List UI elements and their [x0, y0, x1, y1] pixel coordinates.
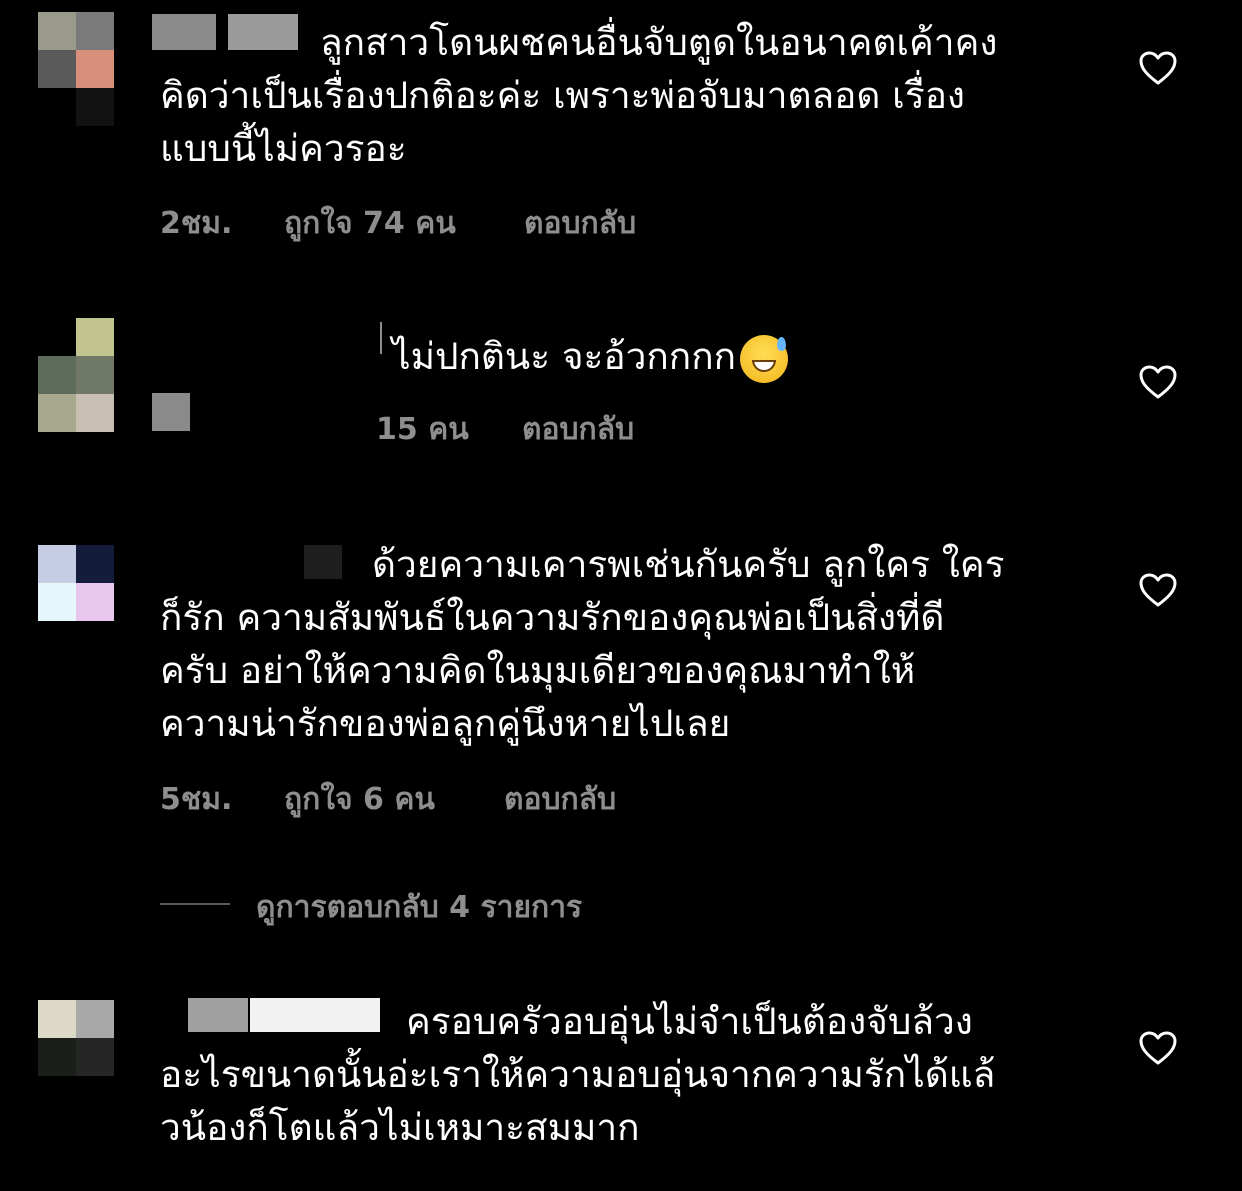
comment-line: ด้วยความเคารพเช่นกันครับ ลูกใคร ใคร	[372, 543, 1005, 586]
avatar[interactable]	[38, 12, 114, 126]
avatar[interactable]	[38, 545, 114, 621]
like-count[interactable]: 15 คน	[376, 406, 469, 453]
heart-outline-icon[interactable]	[1138, 1030, 1178, 1066]
thread-line	[160, 903, 230, 905]
comment-line: อะไรขนาดนั้นอ่ะเราให้ความอบอุ่นจากความรั…	[160, 1053, 996, 1096]
comment-line: ครอบครัวอบอุ่นไม่จำเป็นต้องจับล้วง	[406, 1000, 973, 1043]
like-count[interactable]: ถูกใจ 74 คน	[284, 200, 456, 247]
comment-text: ครอบครัวอบอุ่นไม่จำเป็นต้องจับล้วง อะไรข…	[160, 995, 1080, 1154]
grinning-face-with-sweat-emoji	[740, 334, 789, 383]
reply-button[interactable]: ตอบกลับ	[504, 776, 616, 823]
comment-text: ไม่ปกตินะ จะอ้วกกกก	[392, 330, 992, 383]
comment-line: วน้องก็โตแล้วไม่เหมาะสมมาก	[160, 1106, 640, 1149]
heart-outline-icon[interactable]	[1138, 50, 1178, 86]
comment-text: ลูกสาวโดนผชคนอื่นจับตูดในอนาคตเค้าคง คิด…	[160, 16, 1080, 175]
avatar[interactable]	[38, 1000, 114, 1114]
reply-button[interactable]: ตอบกลับ	[524, 200, 636, 247]
like-count[interactable]: ถูกใจ 6 คน	[284, 776, 435, 823]
comment-line: คิดว่าเป็นเรื่องปกติอะค่ะ เพราะพ่อจับมาต…	[160, 74, 965, 117]
reply-button[interactable]: ตอบกลับ	[522, 406, 634, 453]
blurred-badge	[152, 393, 190, 431]
comment-line: ก็รัก ความสัมพันธ์ในความรักของคุณพ่อเป็น…	[160, 596, 945, 639]
text-cursor	[380, 322, 382, 354]
comment-line: ความน่ารักของพ่อลูกคู่นึงหายไปเลย	[160, 702, 731, 745]
heart-outline-icon[interactable]	[1138, 572, 1178, 608]
view-replies-button[interactable]: ดูการตอบกลับ 4 รายการ	[256, 884, 582, 931]
comment-line: ครับ อย่าให้ความคิดในมุมเดียวของคุณมาทำใ…	[160, 649, 916, 692]
heart-outline-icon[interactable]	[1138, 364, 1178, 400]
comment-time: 2ชม.	[160, 206, 233, 241]
comment-line: แบบนี้ไม่ควรอะ	[160, 127, 407, 170]
comment-line: ไม่ปกตินะ จะอ้วกกกก	[392, 330, 992, 383]
comment-line: ลูกสาวโดนผชคนอื่นจับตูดในอนาคตเค้าคง	[320, 21, 998, 64]
avatar[interactable]	[38, 318, 114, 432]
comment-text: ด้วยความเคารพเช่นกันครับ ลูกใคร ใคร ก็รั…	[160, 538, 1080, 750]
comment-time: 5ชม.	[160, 782, 233, 817]
